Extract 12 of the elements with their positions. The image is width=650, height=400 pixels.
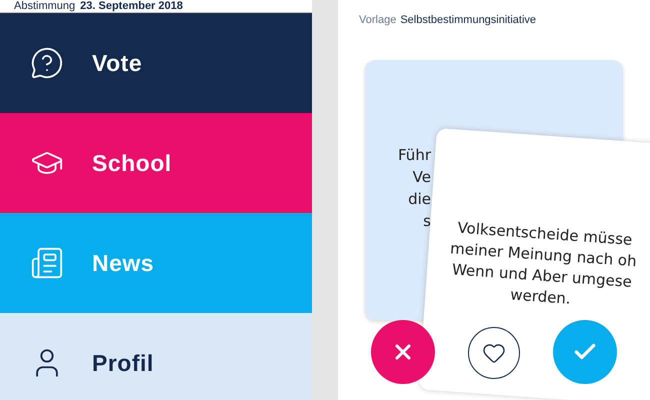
newspaper-icon (30, 246, 64, 280)
vote-date: 23. September 2018 (80, 0, 183, 12)
heart-icon (482, 341, 506, 365)
menu-item[interactable]: School (0, 113, 312, 213)
question-bubble-icon (30, 46, 64, 80)
statement-text: Volksentscheide müsse meiner Meinung nach oh Wenn und Aber umgese werden. (448, 218, 638, 310)
menu-item[interactable]: Vote (0, 13, 312, 113)
vorlage-name: Selbstbestimmungsinitiative (400, 14, 536, 26)
back-card-text: Führ Ve die s (397, 145, 431, 232)
menu-item[interactable]: Profil (0, 313, 312, 400)
vorlage-label: Vorlage (359, 14, 396, 26)
header-label: Abstimmung (14, 0, 76, 12)
